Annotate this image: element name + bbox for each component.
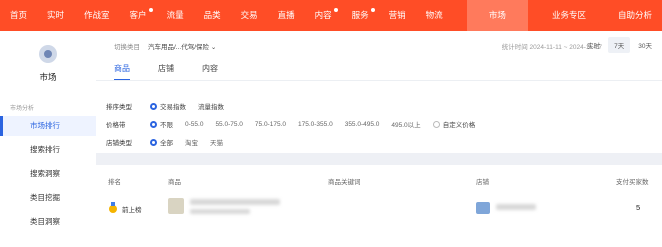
table-header: 排名 商品 商品关键词 店铺 支付买家数 bbox=[96, 173, 662, 187]
nav-logistics[interactable]: 物流 bbox=[416, 0, 453, 31]
radio-icon bbox=[432, 120, 440, 128]
nav-home[interactable]: 首页 bbox=[0, 0, 37, 31]
filter-price: 价格带 不限 0-55.0 55.0-75.0 75.0-175.0 175.0… bbox=[106, 119, 475, 129]
price-range-option[interactable]: 355.0-495.0 bbox=[345, 121, 380, 128]
category-select[interactable]: 汽车用品/...代驾/保险 ⌄ bbox=[148, 41, 216, 51]
nav-category[interactable]: 品类 bbox=[194, 0, 231, 31]
sidebar-item-category-insight[interactable]: 类目洞察 bbox=[0, 212, 96, 232]
filter-panel: 切换类目 汽车用品/...代驾/保险 ⌄ 统计时间 2024-11-11 ~ 2… bbox=[96, 31, 662, 153]
shop-type-tmall[interactable]: 天猫 bbox=[210, 137, 223, 147]
buyer-count: 5 bbox=[636, 203, 641, 212]
nav-live[interactable]: 直播 bbox=[268, 0, 305, 31]
nav-business-zone[interactable]: 业务专区 bbox=[542, 0, 596, 31]
market-icon bbox=[39, 45, 57, 63]
nav-war-room[interactable]: 作战室 bbox=[74, 0, 120, 31]
radio-icon bbox=[150, 138, 157, 146]
switch-category-label: 切换类目 bbox=[114, 44, 140, 51]
tab-products[interactable]: 商品 bbox=[114, 63, 130, 81]
table-row[interactable]: 前上榜 5 bbox=[96, 193, 662, 223]
nav-trade[interactable]: 交易 bbox=[231, 0, 268, 31]
medal-icon bbox=[108, 202, 117, 213]
sidebar-group-label: 市场分析 bbox=[10, 106, 35, 112]
price-range-option[interactable]: 75.0-175.0 bbox=[255, 121, 286, 128]
top-nav: 首页 实时 作战室 客户 流量 品类 交易 直播 内容 服务 营销 物流 市场 … bbox=[0, 0, 662, 31]
col-keyword: 商品关键词 bbox=[328, 179, 361, 186]
radio-price-all[interactable]: 不限 bbox=[150, 119, 173, 129]
new-dot-icon bbox=[333, 8, 338, 12]
rank-label: 前上榜 bbox=[122, 207, 142, 214]
tab-shops[interactable]: 店铺 bbox=[158, 63, 174, 81]
radio-custom-price[interactable]: 自定义价格 bbox=[432, 119, 475, 129]
col-rank: 排名 bbox=[108, 179, 121, 186]
sidebar-title: 市场 bbox=[39, 72, 57, 82]
shop-name-blurred[interactable] bbox=[496, 204, 536, 210]
nav-self-analysis[interactable]: 自助分析 bbox=[608, 0, 662, 31]
col-buyers[interactable]: 支付买家数 bbox=[616, 176, 649, 186]
divider bbox=[96, 80, 662, 81]
radio-shop-all[interactable]: 全部 bbox=[150, 137, 173, 147]
new-dot-icon bbox=[148, 8, 153, 12]
category-switcher: 切换类目 汽车用品/...代驾/保险 ⌄ bbox=[114, 41, 216, 51]
filter-label: 排序类型 bbox=[106, 104, 132, 111]
product-subtitle-blurred bbox=[190, 209, 250, 214]
filter-label: 价格带 bbox=[106, 122, 126, 129]
shop-avatar[interactable] bbox=[476, 202, 490, 214]
sidebar-item-search-insight[interactable]: 搜索洞察 bbox=[0, 164, 96, 184]
col-shop: 店铺 bbox=[476, 179, 489, 186]
radio-icon bbox=[150, 102, 157, 110]
sidebar-item-search-rank[interactable]: 搜索排行 bbox=[0, 140, 96, 160]
period-realtime[interactable]: 实时 bbox=[581, 37, 606, 53]
period-30d[interactable]: 30天 bbox=[632, 37, 658, 53]
radio-icon bbox=[150, 120, 157, 128]
ranking-table: 排名 商品 商品关键词 店铺 支付买家数 前上榜 5 bbox=[96, 165, 662, 247]
period-7d[interactable]: 7天 bbox=[608, 37, 631, 53]
sidebar-item-category-mining[interactable]: 类目挖掘 bbox=[0, 188, 96, 208]
price-range-option[interactable]: 175.0-355.0 bbox=[298, 121, 333, 128]
nav-content[interactable]: 内容 bbox=[305, 0, 342, 31]
price-range-option[interactable]: 495.0以上 bbox=[391, 119, 420, 129]
new-dot-icon bbox=[370, 8, 375, 12]
price-range-option[interactable]: 0-55.0 bbox=[185, 121, 203, 128]
period-toggle: 实时 7天 30天 bbox=[581, 37, 658, 53]
radio-trade-index[interactable]: 交易指数 bbox=[150, 101, 186, 111]
sidebar: 市场 市场分析 市场排行 搜索排行 搜索洞察 类目挖掘 类目洞察 bbox=[0, 31, 96, 247]
filter-label: 店铺类型 bbox=[106, 140, 132, 147]
filter-shop-type: 店铺类型 全部 淘宝 天猫 bbox=[106, 137, 223, 147]
radio-traffic-index[interactable]: 流量指数 bbox=[198, 101, 224, 111]
tabs: 商品 店铺 内容 bbox=[114, 63, 218, 81]
nav-realtime[interactable]: 实时 bbox=[37, 0, 74, 31]
price-range-option[interactable]: 55.0-75.0 bbox=[215, 121, 242, 128]
product-title-blurred[interactable] bbox=[190, 199, 280, 205]
product-thumbnail[interactable] bbox=[168, 198, 184, 214]
nav-market[interactable]: 市场 bbox=[466, 0, 528, 31]
shop-type-taobao[interactable]: 淘宝 bbox=[185, 137, 198, 147]
nav-traffic[interactable]: 流量 bbox=[157, 0, 194, 31]
tab-content[interactable]: 内容 bbox=[202, 63, 218, 81]
nav-marketing[interactable]: 营销 bbox=[379, 0, 416, 31]
sidebar-item-market-rank[interactable]: 市场排行 bbox=[0, 116, 96, 136]
nav-customer[interactable]: 客户 bbox=[120, 0, 157, 31]
nav-service[interactable]: 服务 bbox=[342, 0, 379, 31]
filter-rank-type: 排序类型 交易指数 流量指数 bbox=[106, 101, 224, 111]
col-product: 商品 bbox=[168, 179, 181, 186]
